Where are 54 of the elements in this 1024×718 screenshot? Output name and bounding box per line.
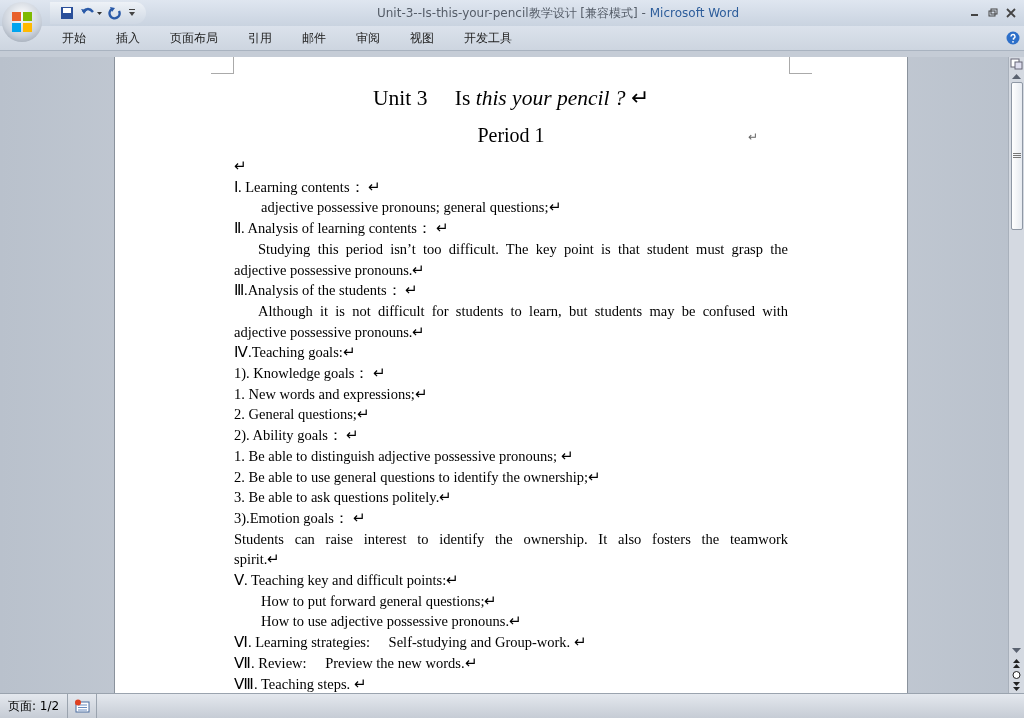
page-count[interactable]: 页面: 1/2 xyxy=(0,694,69,718)
scroll-thumb[interactable] xyxy=(1010,82,1023,230)
window-title: Unit-3--Is-this-your-pencil教学设计 [兼容模式] xyxy=(376,5,638,20)
ruler-toggle-icon[interactable] xyxy=(1010,57,1023,70)
document-subtitle: Period 1 xyxy=(477,123,545,148)
save-icon[interactable] xyxy=(60,6,74,20)
text-line: adjective possessive pronouns; general questions;↵ xyxy=(260,198,563,218)
text-line: 3. Be able to ask questions politely.↵ xyxy=(234,488,454,508)
ribbon-tab[interactable]: 开始 xyxy=(50,25,98,51)
crop-mark xyxy=(789,57,812,74)
paragraph-mark: ↵ xyxy=(748,129,758,146)
app-name: Microsoft Word xyxy=(649,5,740,20)
text-line: 2. General questions;↵ xyxy=(234,405,371,425)
text-line: Ⅶ. Review: Preview the new words.↵ xyxy=(234,653,479,673)
text-line: Ⅱ. Analysis of learning contents： ↵ xyxy=(234,219,450,239)
close-icon[interactable] xyxy=(1006,8,1016,18)
help-icon[interactable] xyxy=(1006,31,1020,45)
office-logo-icon xyxy=(10,10,34,34)
text-line: 1). Knowledge goals： ↵ xyxy=(234,364,388,384)
document-title: Unit 3 Is this your pencil ? ↵ xyxy=(372,85,650,112)
redo-icon[interactable] xyxy=(108,6,122,20)
text-line: Ⅷ. Teaching steps. ↵ xyxy=(234,674,368,693)
ribbon-tab[interactable]: 开发工具 xyxy=(452,25,524,51)
ribbon-tab[interactable]: 邮件 xyxy=(290,25,338,51)
text-line: Ⅰ. Learning contents： ↵ xyxy=(234,177,383,197)
text-line: 1. Be able to distinguish adjective possessive pronouns; ↵ xyxy=(234,446,575,466)
paragraph: Studying this period isn’t too difficult. The key point is that student must grasp the adjective possessive pronouns.↵ xyxy=(234,239,788,280)
text-line: Ⅲ.Analysis of the students： ↵ xyxy=(234,281,420,301)
office-button[interactable] xyxy=(2,2,42,42)
text-line: 2). Ability goals： ↵ xyxy=(234,426,361,446)
title-separator: - xyxy=(641,5,646,20)
text-line: ↵ xyxy=(234,157,248,176)
ribbon-tab[interactable]: 引用 xyxy=(236,25,284,51)
text-line: How to use adjective possessive pronouns.↵ xyxy=(260,612,524,632)
ribbon-tab[interactable]: 页面布局 xyxy=(158,25,230,51)
paragraph: Although it is not difficult for students to learn, but students may be confused with adjective possessive pronouns.↵ xyxy=(234,301,788,342)
text-line: 2. Be able to use general questions to identify the ownership;↵ xyxy=(234,467,602,487)
vertical-scrollbar[interactable] xyxy=(1008,57,1024,693)
browse-object-icon[interactable] xyxy=(1010,669,1023,681)
text-line: Ⅴ. Teaching key and difficult points:↵ xyxy=(234,571,461,591)
customize-icon[interactable] xyxy=(128,8,136,18)
ribbon-tab[interactable]: 审阅 xyxy=(344,25,392,51)
text-line: Ⅵ. Learning strategies: Self-studying and Group-work. ↵ xyxy=(234,633,588,653)
crop-mark xyxy=(211,57,234,74)
paragraph: Students can raise interest to identify the ownership. It also fosters the teamwork spirit.↵ xyxy=(234,529,788,570)
text-line: 3).Emotion goals： ↵ xyxy=(234,508,367,528)
text-line: How to put forward general questions;↵ xyxy=(260,591,499,611)
previous-page-icon[interactable] xyxy=(1010,657,1023,669)
restore-icon[interactable] xyxy=(988,8,998,18)
text-line: Ⅳ.Teaching goals:↵ xyxy=(234,343,357,363)
text-line: 1. New words and expressions;↵ xyxy=(234,384,429,404)
ribbon-tab[interactable]: 视图 xyxy=(398,25,446,51)
ribbon-tab[interactable]: 插入 xyxy=(104,25,152,51)
proofing-icon[interactable] xyxy=(74,699,91,713)
